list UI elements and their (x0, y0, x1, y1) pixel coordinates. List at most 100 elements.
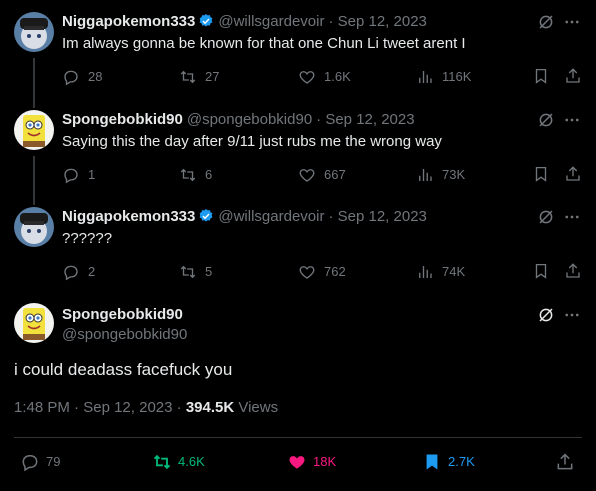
reply-tweet-2[interactable]: Spongebobkid90 @spongebobkid90 · Sep 12, 2… (0, 96, 596, 203)
avatar[interactable] (14, 110, 54, 150)
post-time[interactable]: 1:48 PM (14, 399, 70, 416)
more-icon[interactable] (563, 208, 581, 231)
repost-count: 5 (205, 264, 213, 279)
like-button[interactable]: 667 (298, 165, 346, 185)
reply-count: 1 (88, 167, 96, 182)
repost-count: 6 (205, 167, 213, 182)
timestamp[interactable]: · Sep 12, 2023 (328, 13, 426, 30)
grok-icon[interactable] (537, 306, 555, 329)
share-icon[interactable] (564, 165, 582, 188)
more-icon[interactable] (563, 13, 581, 36)
reply-count: 2 (88, 264, 96, 279)
handle[interactable]: @spongebobkid90 (187, 111, 312, 128)
bookmark-count: 2.7K (448, 454, 475, 469)
like-count: 1.6K (324, 69, 351, 84)
views-button[interactable]: 116K (416, 67, 471, 87)
tweet-metadata: 1:48 PM · Sep 12, 2023 · 394.5K Views (14, 398, 278, 418)
like-count: 667 (324, 167, 346, 182)
views-icon (419, 71, 432, 83)
share-icon[interactable] (555, 452, 575, 477)
post-date[interactable]: Sep 12, 2023 (83, 399, 172, 416)
reply-button[interactable]: 28 (62, 67, 102, 87)
grok-icon[interactable] (537, 13, 555, 36)
repost-count: 27 (205, 69, 220, 84)
verified-badge-icon (198, 208, 214, 230)
reply-tweet-3[interactable]: Niggapokemon333 @willsgardevoir · Sep 12, … (0, 193, 596, 292)
heart-icon (299, 266, 315, 279)
views-count: 74K (442, 264, 466, 279)
separator: · (74, 399, 80, 416)
grok-icon[interactable] (537, 208, 555, 231)
reply-button[interactable]: 2 (62, 262, 95, 282)
like-count: 762 (324, 264, 346, 279)
main-display-name[interactable]: Spongebobkid90 (62, 305, 183, 325)
views-button[interactable]: 74K (416, 262, 465, 282)
heart-icon (299, 169, 315, 182)
timestamp[interactable]: · Sep 12, 2023 (316, 111, 414, 128)
tweet-header: Niggapokemon333 @willsgardevoir · Sep 12, … (62, 207, 427, 230)
reply-icon (22, 455, 38, 472)
repost-icon (180, 265, 196, 279)
reply-icon (64, 265, 78, 281)
views-label: Views (238, 399, 279, 416)
repost-button[interactable]: 27 (179, 67, 219, 87)
tweet-header: Niggapokemon333 @willsgardevoir · Sep 12, … (62, 12, 427, 35)
bookmark-icon (426, 454, 438, 470)
avatar[interactable] (14, 12, 54, 52)
views-icon (419, 169, 432, 181)
main-tweet-text: i could deadass facefuck you (14, 360, 233, 379)
repost-icon (153, 454, 171, 470)
repost-button[interactable]: 5 (179, 262, 212, 282)
heart-icon (289, 456, 305, 469)
reply-count: 28 (88, 69, 103, 84)
thread-line (33, 193, 35, 205)
views-count: 116K (442, 69, 472, 84)
bookmark-icon[interactable] (532, 165, 550, 188)
avatar[interactable] (14, 207, 54, 247)
action-bar: 2 5 762 74K (62, 262, 582, 282)
separator: · (176, 399, 182, 416)
like-button[interactable]: 1.6K (298, 67, 351, 87)
avatar[interactable] (14, 303, 54, 343)
reply-icon (64, 168, 78, 184)
more-icon[interactable] (563, 306, 581, 329)
handle[interactable]: @willsgardevoir (218, 208, 324, 225)
timestamp[interactable]: · Sep 12, 2023 (328, 208, 426, 225)
views-icon (419, 266, 432, 278)
bookmark-icon[interactable] (532, 67, 550, 90)
main-handle[interactable]: @spongebobkid90 (62, 325, 187, 345)
handle[interactable]: @willsgardevoir (218, 13, 324, 30)
reply-count: 79 (46, 454, 61, 469)
tweet-text: ?????? (62, 230, 113, 247)
more-icon[interactable] (563, 111, 581, 134)
tweet-text: Saying this the day after 9/11 just rubs… (62, 133, 442, 150)
reply-button[interactable]: 79 (20, 452, 60, 472)
action-bar: 1 6 667 73K (62, 165, 582, 185)
repost-icon (180, 70, 196, 84)
views-button[interactable]: 73K (416, 165, 465, 185)
repost-icon (180, 168, 196, 182)
tweet-text: Im always gonna be known for that one Ch… (62, 35, 466, 52)
like-count: 18K (313, 454, 337, 469)
repost-button[interactable]: 6 (179, 165, 212, 185)
action-bar: 28 27 1.6K 116K (62, 67, 582, 87)
verified-badge-icon (198, 13, 214, 35)
views-count: 73K (442, 167, 466, 182)
repost-count: 4.6K (178, 454, 205, 469)
reply-tweet-1[interactable]: Niggapokemon333 @willsgardevoir · Sep 12, … (0, 12, 596, 107)
reply-icon (64, 70, 78, 86)
bookmark-button[interactable]: 2.7K (422, 452, 475, 472)
like-button[interactable]: 18K (287, 452, 336, 472)
thread-line (33, 96, 35, 108)
display-name[interactable]: Niggapokemon333 (62, 208, 195, 225)
reply-button[interactable]: 1 (62, 165, 95, 185)
display-name[interactable]: Niggapokemon333 (62, 13, 195, 30)
share-icon[interactable] (564, 67, 582, 90)
share-icon[interactable] (564, 262, 582, 285)
like-button[interactable]: 762 (298, 262, 346, 282)
display-name[interactable]: Spongebobkid90 (62, 111, 183, 128)
bookmark-icon[interactable] (532, 262, 550, 285)
repost-button[interactable]: 4.6K (152, 452, 205, 472)
tweet-header: Spongebobkid90 @spongebobkid90 · Sep 12, 2… (62, 110, 415, 130)
grok-icon[interactable] (537, 111, 555, 134)
